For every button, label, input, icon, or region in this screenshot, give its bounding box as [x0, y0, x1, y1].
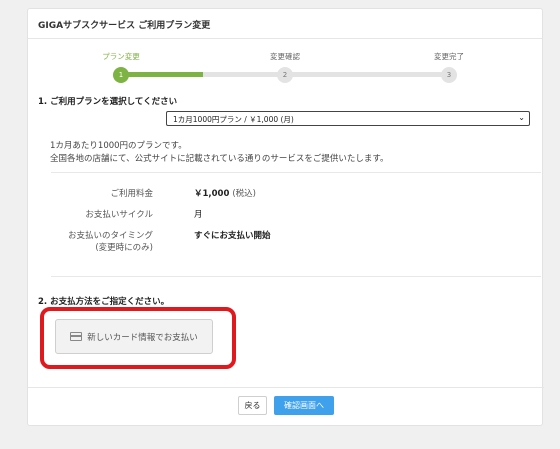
timing-value: すぐにお支払い開始	[194, 231, 271, 241]
section-payment-title: 2. お支払方法をご指定ください。	[38, 297, 170, 307]
cycle-value: 月	[194, 210, 203, 220]
fee-label: ご利用料金	[110, 189, 153, 199]
plan-description-line2: 全国各地の店舗にて、公式サイトに記載されている通りのサービスをご提供いたします。	[50, 154, 389, 164]
chevron-down-icon: ⌄	[518, 113, 525, 122]
divider	[51, 276, 541, 277]
section-plan-title: 1. ご利用プランを選択してください	[38, 97, 178, 107]
step-circle-2: 2	[277, 67, 293, 83]
progress-track-done	[121, 72, 203, 77]
plan-description-line1: 1カ月あたり1000円のプランです。	[50, 141, 187, 151]
plan-change-card: GIGAサブスクサービス ご利用プラン変更 プラン変更 変更確認 変更完了 1 …	[27, 8, 544, 426]
fee-tax-note: (税込)	[232, 189, 256, 199]
back-button[interactable]: 戻る	[238, 396, 267, 415]
fee-amount: ￥1,000	[194, 189, 230, 199]
fee-value: ￥1,000 (税込)	[194, 187, 256, 199]
timing-sublabel: (変更時にのみ)	[95, 243, 153, 253]
red-highlight-box	[40, 307, 236, 369]
step-circle-1: 1	[113, 67, 129, 83]
plan-select[interactable]: 1カ月1000円プラン / ￥1,000 (月) ⌄	[166, 111, 530, 126]
progress-track-pending	[203, 72, 449, 77]
step-circle-3: 3	[441, 67, 457, 83]
footer-divider	[28, 387, 544, 388]
step-label-complete: 変更完了	[434, 52, 464, 61]
confirm-button[interactable]: 確認画面へ	[274, 396, 334, 415]
timing-label: お支払いのタイミング	[67, 231, 153, 241]
divider	[51, 172, 541, 173]
cycle-label: お支払いサイクル	[85, 210, 153, 220]
progress-steps: プラン変更 変更確認 変更完了 1 2 3	[28, 41, 544, 91]
step-label-confirm: 変更確認	[270, 52, 300, 61]
page-title: GIGAサブスクサービス ご利用プラン変更	[28, 9, 542, 39]
step-label-plan-change: プラン変更	[102, 52, 140, 61]
plan-select-value: 1カ月1000円プラン / ￥1,000 (月)	[173, 115, 294, 124]
